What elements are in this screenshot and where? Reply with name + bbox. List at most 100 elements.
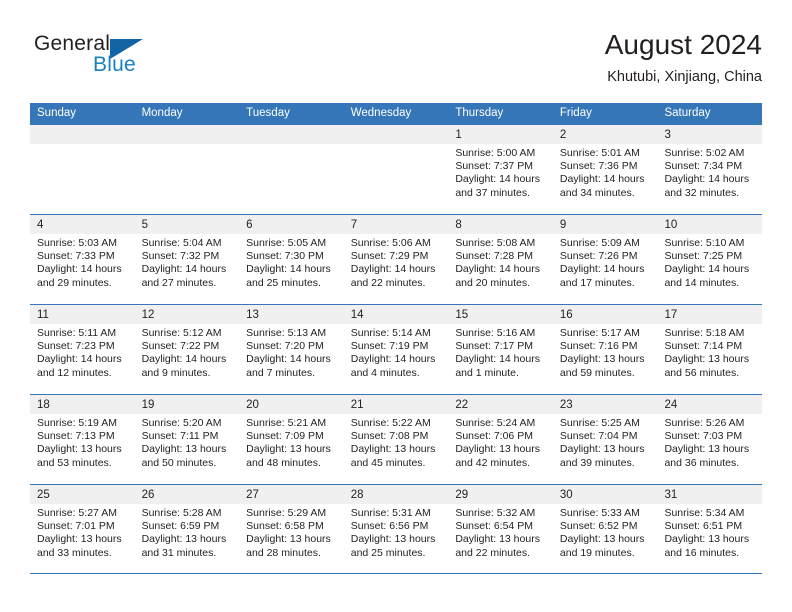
daylight-text: Daylight: 14 hours and 29 minutes. <box>37 263 122 289</box>
daylight-text: Daylight: 14 hours and 1 minute. <box>455 353 540 379</box>
sunrise-text: Sunrise: 5:26 AM <box>664 417 745 429</box>
sunrise-text: Sunrise: 5:31 AM <box>350 507 431 519</box>
sunrise-text: Sunrise: 5:13 AM <box>246 327 327 339</box>
day-number: 25 <box>30 485 135 504</box>
sunrise-text: Sunrise: 5:05 AM <box>246 237 327 249</box>
day-cell[interactable]: 6 Sunrise: 5:05 AM Sunset: 7:30 PM Dayli… <box>239 215 344 304</box>
day-cell[interactable]: 23 Sunrise: 5:25 AM Sunset: 7:04 PM Dayl… <box>552 395 658 484</box>
day-cell[interactable]: 29 Sunrise: 5:32 AM Sunset: 6:54 PM Dayl… <box>448 485 553 573</box>
daylight-text: Daylight: 14 hours and 12 minutes. <box>37 353 122 379</box>
sunrise-text: Sunrise: 5:19 AM <box>37 417 117 429</box>
day-cell[interactable]: 11 Sunrise: 5:11 AM Sunset: 7:23 PM Dayl… <box>30 305 135 394</box>
daylight-text: Daylight: 13 hours and 33 minutes. <box>37 533 122 559</box>
day-details: Sunrise: 5:03 AM Sunset: 7:33 PM Dayligh… <box>30 234 135 290</box>
day-cell[interactable]: 5 Sunrise: 5:04 AM Sunset: 7:32 PM Dayli… <box>134 215 240 304</box>
sunset-text: Sunset: 7:37 PM <box>455 160 533 173</box>
day-cell[interactable]: 13 Sunrise: 5:13 AM Sunset: 7:20 PM Dayl… <box>239 305 344 394</box>
day-cell[interactable]: 4 Sunrise: 5:03 AM Sunset: 7:33 PM Dayli… <box>30 215 135 304</box>
sunrise-text: Sunrise: 5:17 AM <box>559 327 640 339</box>
sunrise-text: Sunrise: 5:02 AM <box>664 147 745 159</box>
day-number: 28 <box>343 485 449 504</box>
day-cell[interactable]: 17 Sunrise: 5:18 AM Sunset: 7:14 PM Dayl… <box>657 305 763 394</box>
day-cell[interactable]: 9 Sunrise: 5:09 AM Sunset: 7:26 PM Dayli… <box>552 215 658 304</box>
sunset-text: Sunset: 7:25 PM <box>664 250 743 263</box>
daylight-text: Daylight: 13 hours and 16 minutes. <box>664 533 750 559</box>
daylight-text: Daylight: 14 hours and 27 minutes. <box>141 263 227 289</box>
day-cell[interactable]: 14 Sunrise: 5:14 AM Sunset: 7:19 PM Dayl… <box>343 305 449 394</box>
sunset-text: Sunset: 7:30 PM <box>246 250 324 263</box>
day-cell[interactable]: 21 Sunrise: 5:22 AM Sunset: 7:08 PM Dayl… <box>343 395 449 484</box>
sunrise-text: Sunrise: 5:11 AM <box>37 327 117 339</box>
sunset-text: Sunset: 6:56 PM <box>350 520 429 533</box>
daylight-text: Daylight: 14 hours and 9 minutes. <box>141 353 227 379</box>
day-details: Sunrise: 5:05 AM Sunset: 7:30 PM Dayligh… <box>239 234 344 290</box>
day-number: 7 <box>343 215 449 234</box>
day-cell[interactable]: 18 Sunrise: 5:19 AM Sunset: 7:13 PM Dayl… <box>30 395 135 484</box>
sunrise-text: Sunrise: 5:09 AM <box>559 237 640 249</box>
day-details: Sunrise: 5:14 AM Sunset: 7:19 PM Dayligh… <box>344 324 449 380</box>
day-cell-empty <box>134 125 240 214</box>
day-details: Sunrise: 5:09 AM Sunset: 7:26 PM Dayligh… <box>553 234 658 290</box>
day-number: 18 <box>30 395 135 414</box>
sunset-text: Sunset: 7:13 PM <box>37 430 115 443</box>
day-details: Sunrise: 5:01 AM Sunset: 7:36 PM Dayligh… <box>553 144 658 200</box>
day-cell[interactable]: 7 Sunrise: 5:06 AM Sunset: 7:29 PM Dayli… <box>343 215 449 304</box>
sunrise-text: Sunrise: 5:24 AM <box>455 417 536 429</box>
weekday-friday: Friday <box>559 107 592 119</box>
day-number: 3 <box>657 125 763 144</box>
day-number: 17 <box>657 305 763 324</box>
sunrise-text: Sunrise: 5:10 AM <box>664 237 745 249</box>
daylight-text: Daylight: 14 hours and 14 minutes. <box>664 263 750 289</box>
day-details: Sunrise: 5:12 AM Sunset: 7:22 PM Dayligh… <box>135 324 240 380</box>
day-cell[interactable]: 15 Sunrise: 5:16 AM Sunset: 7:17 PM Dayl… <box>448 305 553 394</box>
day-number: 21 <box>343 395 449 414</box>
page-header: General Blue August 2024 Khutubi, Xinjia… <box>30 28 762 94</box>
day-number <box>134 125 240 144</box>
daylight-text: Daylight: 13 hours and 31 minutes. <box>141 533 227 559</box>
day-number <box>343 125 449 144</box>
day-cell[interactable]: 2 Sunrise: 5:01 AM Sunset: 7:36 PM Dayli… <box>552 125 658 214</box>
daylight-text: Daylight: 13 hours and 28 minutes. <box>246 533 331 559</box>
day-cell[interactable]: 25 Sunrise: 5:27 AM Sunset: 7:01 PM Dayl… <box>30 485 135 573</box>
sunrise-text: Sunrise: 5:16 AM <box>455 327 536 339</box>
day-cell[interactable]: 10 Sunrise: 5:10 AM Sunset: 7:25 PM Dayl… <box>657 215 763 304</box>
day-cell[interactable]: 22 Sunrise: 5:24 AM Sunset: 7:06 PM Dayl… <box>448 395 553 484</box>
day-cell[interactable]: 3 Sunrise: 5:02 AM Sunset: 7:34 PM Dayli… <box>657 125 763 214</box>
day-cell[interactable]: 26 Sunrise: 5:28 AM Sunset: 6:59 PM Dayl… <box>134 485 240 573</box>
day-cell[interactable]: 28 Sunrise: 5:31 AM Sunset: 6:56 PM Dayl… <box>343 485 449 573</box>
day-cell[interactable]: 20 Sunrise: 5:21 AM Sunset: 7:09 PM Dayl… <box>239 395 344 484</box>
sunset-text: Sunset: 7:16 PM <box>559 340 638 353</box>
day-number: 29 <box>448 485 553 504</box>
daylight-text: Daylight: 14 hours and 34 minutes. <box>559 173 645 199</box>
day-details: Sunrise: 5:24 AM Sunset: 7:06 PM Dayligh… <box>448 414 553 470</box>
daylight-text: Daylight: 13 hours and 45 minutes. <box>350 443 436 469</box>
day-cell[interactable]: 12 Sunrise: 5:12 AM Sunset: 7:22 PM Dayl… <box>134 305 240 394</box>
day-cell[interactable]: 8 Sunrise: 5:08 AM Sunset: 7:28 PM Dayli… <box>448 215 553 304</box>
day-cell[interactable]: 30 Sunrise: 5:33 AM Sunset: 6:52 PM Dayl… <box>552 485 658 573</box>
daylight-text: Daylight: 13 hours and 39 minutes. <box>559 443 645 469</box>
day-cell-empty <box>239 125 344 214</box>
title-block: August 2024 Khutubi, Xinjiang, China <box>605 28 762 87</box>
day-cell[interactable]: 1 Sunrise: 5:00 AM Sunset: 7:37 PM Dayli… <box>448 125 553 214</box>
day-details: Sunrise: 5:02 AM Sunset: 7:34 PM Dayligh… <box>657 144 762 200</box>
daylight-text: Daylight: 13 hours and 53 minutes. <box>37 443 122 469</box>
sunset-text: Sunset: 7:36 PM <box>559 160 638 173</box>
day-cell[interactable]: 19 Sunrise: 5:20 AM Sunset: 7:11 PM Dayl… <box>134 395 240 484</box>
sunrise-text: Sunrise: 5:34 AM <box>664 507 745 519</box>
day-details: Sunrise: 5:18 AM Sunset: 7:14 PM Dayligh… <box>657 324 762 380</box>
brand-logo[interactable]: General Blue <box>34 32 214 88</box>
day-cell[interactable]: 27 Sunrise: 5:29 AM Sunset: 6:58 PM Dayl… <box>239 485 344 573</box>
day-cell[interactable]: 16 Sunrise: 5:17 AM Sunset: 7:16 PM Dayl… <box>552 305 658 394</box>
sunrise-text: Sunrise: 5:32 AM <box>455 507 536 519</box>
sunrise-text: Sunrise: 5:18 AM <box>664 327 745 339</box>
weekday-saturday: Saturday <box>664 107 711 119</box>
sunrise-text: Sunrise: 5:33 AM <box>559 507 640 519</box>
daylight-text: Daylight: 13 hours and 48 minutes. <box>246 443 331 469</box>
day-number <box>239 125 344 144</box>
day-cell[interactable]: 24 Sunrise: 5:26 AM Sunset: 7:03 PM Dayl… <box>657 395 763 484</box>
sunset-text: Sunset: 7:23 PM <box>37 340 115 353</box>
sunrise-text: Sunrise: 5:29 AM <box>246 507 327 519</box>
sunrise-text: Sunrise: 5:01 AM <box>559 147 640 159</box>
day-details: Sunrise: 5:34 AM Sunset: 6:51 PM Dayligh… <box>657 504 762 560</box>
day-cell[interactable]: 31 Sunrise: 5:34 AM Sunset: 6:51 PM Dayl… <box>657 485 763 573</box>
